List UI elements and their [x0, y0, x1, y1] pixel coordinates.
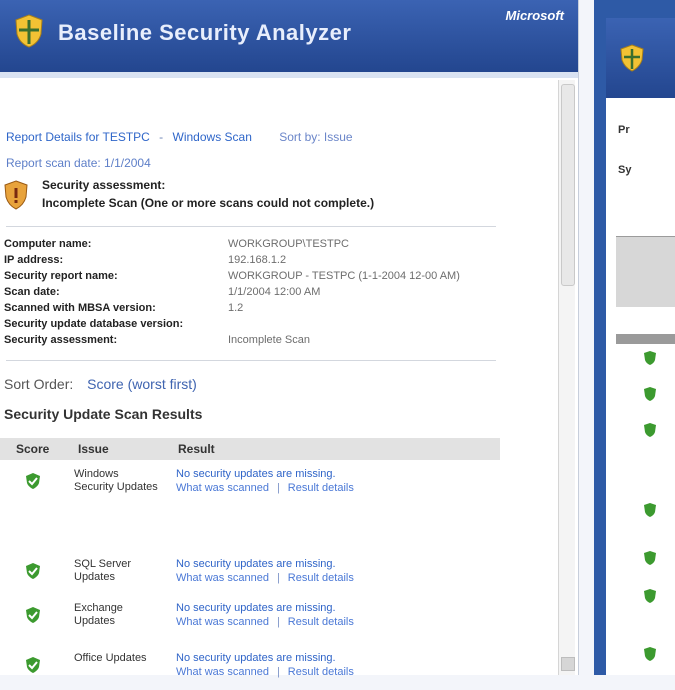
secondary-text: Pr — [618, 124, 630, 136]
column-header-score[interactable]: Score — [16, 442, 49, 456]
info-value: WORKGROUP\TESTPC — [228, 238, 350, 250]
info-value: 1.2 — [228, 302, 244, 314]
pass-check-icon — [644, 387, 656, 401]
what-was-scanned-link[interactable]: What was scanned — [176, 572, 269, 584]
column-header-issue[interactable]: Issue — [78, 442, 109, 456]
assessment-notice: Security assessment: Incomplete Scan (On… — [4, 176, 504, 216]
section-title: Security Update Scan Results — [4, 406, 203, 422]
pass-check-icon — [644, 351, 656, 365]
sort-link[interactable]: Sort by: Issue — [279, 130, 352, 144]
pass-check-icon — [644, 647, 656, 661]
notice-title: Security assessment: — [42, 178, 166, 192]
secondary-window: Pr Sy — [594, 0, 675, 675]
result-text: No security updates are missing. — [176, 468, 336, 480]
warning-shield-icon — [4, 180, 28, 210]
results-header: Score Issue Result — [0, 438, 500, 460]
info-row: Security assessment: Incomplete Scan — [4, 334, 504, 350]
breadcrumb-scan-link[interactable]: Windows Scan — [173, 130, 252, 144]
issue-name: SQL Server Updates — [74, 558, 132, 583]
result-links: What was scanned | Result details — [176, 572, 354, 584]
secondary-panel — [616, 236, 675, 307]
info-key: IP address: — [4, 254, 64, 266]
result-details-link[interactable]: Result details — [288, 666, 354, 678]
what-was-scanned-link[interactable]: What was scanned — [176, 666, 269, 678]
info-key: Security report name: — [4, 270, 118, 282]
issue-name: Exchange Updates — [74, 602, 123, 627]
results-table: Score Issue Result Windows Security Upda… — [0, 438, 500, 678]
pass-check-icon — [644, 551, 656, 565]
result-details-link[interactable]: Result details — [288, 616, 354, 628]
shield-logo-icon — [620, 44, 644, 72]
secondary-title-bar — [606, 18, 675, 98]
pass-check-icon — [26, 563, 40, 579]
what-was-scanned-link[interactable]: What was scanned — [176, 616, 269, 628]
title-bar: Baseline Security Analyzer Microsoft — [0, 0, 578, 72]
sort-order-label: Sort Order: — [4, 376, 74, 392]
secondary-header-bar — [616, 334, 675, 344]
report-content: Report Details for TESTPC - Windows Scan… — [0, 80, 555, 678]
pass-check-icon — [26, 657, 40, 673]
vertical-scrollbar[interactable] — [558, 80, 575, 675]
info-row: Security update database version: — [4, 318, 504, 334]
pass-check-icon — [644, 423, 656, 437]
info-key: Scan date: — [4, 286, 60, 298]
brand-logo: Microsoft — [505, 8, 565, 23]
result-links: What was scanned | Result details — [176, 482, 354, 494]
result-links: What was scanned | Result details — [176, 616, 354, 628]
result-text: No security updates are missing. — [176, 602, 336, 614]
pass-check-icon — [26, 473, 40, 489]
result-links: What was scanned | Result details — [176, 666, 354, 678]
table-row: Exchange Updates No security updates are… — [0, 600, 500, 644]
table-row: Office Updates No security updates are m… — [0, 650, 500, 690]
table-row: SQL Server Updates No security updates a… — [0, 556, 500, 596]
divider — [6, 226, 496, 227]
info-key: Computer name: — [4, 238, 92, 250]
result-details-link[interactable]: Result details — [288, 572, 354, 584]
info-value: 192.168.1.2 — [228, 254, 287, 266]
sort-order: Sort Order: Score (worst first) — [4, 376, 197, 392]
info-row: Scanned with MBSA version: 1.2 — [4, 302, 504, 318]
title-underline — [0, 72, 578, 78]
breadcrumb-separator: - — [159, 130, 164, 144]
info-value: WORKGROUP - TESTPC (1-1-2004 12-00 AM) — [228, 270, 460, 282]
shield-logo-icon — [15, 14, 43, 48]
secondary-text: Sy — [618, 164, 632, 176]
pass-check-icon — [26, 607, 40, 623]
divider — [6, 360, 496, 361]
result-text: No security updates are missing. — [176, 558, 336, 570]
main-window: Baseline Security Analyzer Microsoft Rep… — [0, 0, 579, 678]
secondary-window-body: Pr Sy — [606, 18, 675, 675]
pass-check-icon — [644, 503, 656, 517]
info-row: Scan date: 1/1/2004 12:00 AM — [4, 286, 504, 302]
scrollbar-thumb[interactable] — [561, 84, 575, 286]
pass-check-icon — [644, 589, 656, 603]
issue-name: Office Updates — [74, 652, 147, 664]
info-key: Security assessment: — [4, 334, 118, 346]
breadcrumb-report-link[interactable]: Report Details for TESTPC — [6, 130, 150, 144]
info-key: Scanned with MBSA version: — [4, 302, 156, 314]
issue-name: Windows Security Updates — [74, 468, 158, 493]
what-was-scanned-link[interactable]: What was scanned — [176, 482, 269, 494]
info-key: Security update database version: — [4, 318, 184, 330]
column-header-result[interactable]: Result — [178, 442, 215, 456]
info-row: IP address: 192.168.1.2 — [4, 254, 504, 270]
app-title: Baseline Security Analyzer — [58, 20, 352, 45]
result-text: No security updates are missing. — [176, 652, 336, 664]
scroll-down-arrow-icon[interactable] — [561, 657, 575, 671]
result-details-link[interactable]: Result details — [288, 482, 354, 494]
scan-info-table: Computer name: WORKGROUP\TESTPC IP addre… — [4, 238, 504, 350]
info-value: 1/1/2004 12:00 AM — [228, 286, 321, 298]
info-value: Incomplete Scan — [228, 334, 310, 346]
notice-text: Incomplete Scan (One or more scans could… — [42, 196, 375, 210]
info-row: Computer name: WORKGROUP\TESTPC — [4, 238, 504, 254]
breadcrumb: Report Details for TESTPC - Windows Scan… — [6, 130, 476, 144]
table-row: Windows Security Updates No security upd… — [0, 466, 500, 546]
info-row: Security report name: WORKGROUP - TESTPC… — [4, 270, 504, 286]
report-date: Report scan date: 1/1/2004 — [6, 156, 151, 170]
sort-order-value[interactable]: Score (worst first) — [87, 376, 197, 392]
